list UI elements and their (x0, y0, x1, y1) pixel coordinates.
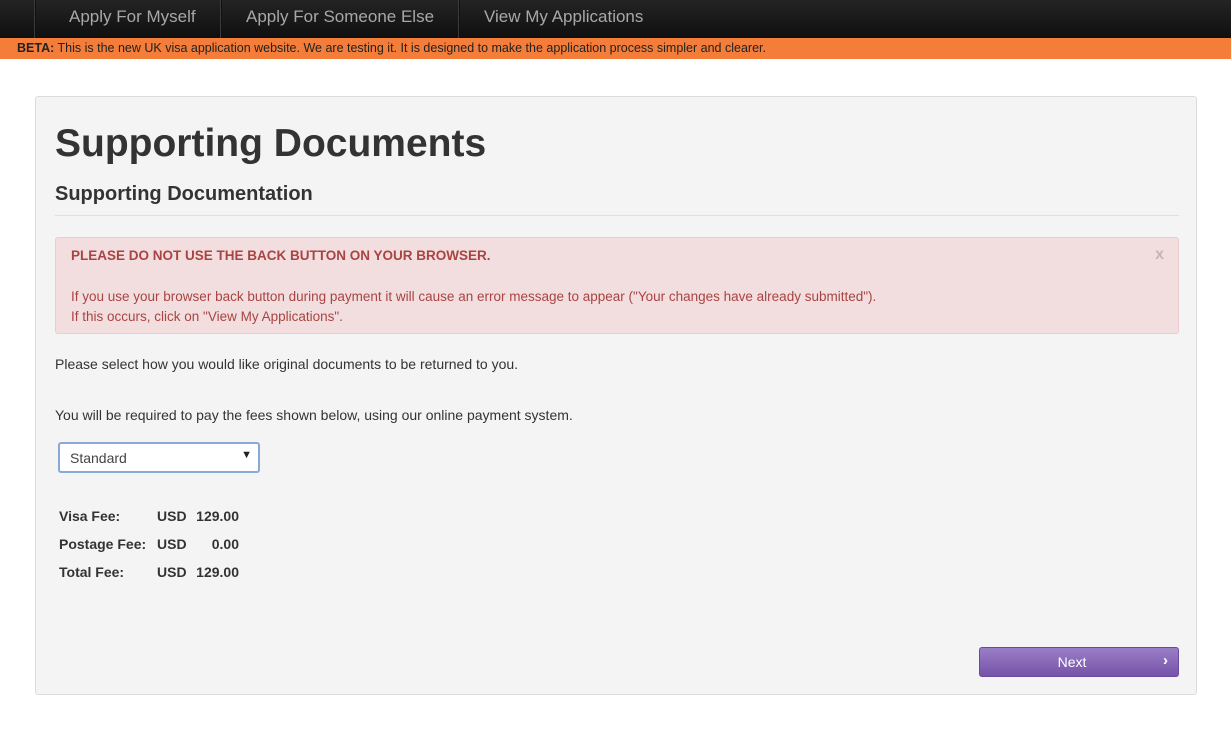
fee-label: Postage Fee: (59, 536, 147, 552)
fee-currency: USD (157, 536, 187, 552)
fee-row-visa: Visa Fee: USD 129.00 (59, 502, 239, 530)
return-method-selected-value: Standard (70, 450, 127, 466)
next-button[interactable]: Next › (979, 647, 1179, 677)
nav-view-my-applications[interactable]: View My Applications (484, 0, 643, 34)
beta-label: BETA: (17, 41, 55, 55)
alert-heading: PLEASE DO NOT USE THE BACK BUTTON ON YOU… (71, 248, 491, 263)
section-title: Supporting Documentation (55, 183, 313, 205)
fee-amount: 129.00 (196, 564, 239, 580)
beta-banner: BETA: This is the new UK visa applicatio… (0, 38, 1231, 59)
beta-text: This is the new UK visa application webs… (54, 41, 766, 55)
nav-apply-for-myself[interactable]: Apply For Myself (69, 0, 196, 34)
fee-currency: USD (157, 508, 187, 524)
return-method-select[interactable]: Standard ▼ (58, 442, 260, 473)
next-button-label: Next (1057, 654, 1087, 670)
fee-amount: 0.00 (211, 536, 239, 552)
fee-summary-table: Visa Fee: USD 129.00 Postage Fee: USD 0.… (59, 502, 239, 586)
top-navbar: Apply For Myself Apply For Someone Else … (0, 0, 1231, 38)
close-icon[interactable]: x (1155, 246, 1164, 264)
section-divider (55, 215, 1179, 216)
caret-down-icon: ▼ (241, 449, 252, 461)
fee-currency: USD (157, 564, 187, 580)
nav-apply-for-someone-else[interactable]: Apply For Someone Else (246, 0, 434, 34)
fee-label: Visa Fee: (59, 508, 121, 524)
page-title: Supporting Documents (55, 122, 487, 165)
alert-message-line: If you use your browser back button duri… (71, 289, 877, 304)
alert-message-line: If this occurs, click on "View My Applic… (71, 309, 343, 324)
chevron-right-icon: › (1163, 652, 1168, 669)
back-button-warning-alert: PLEASE DO NOT USE THE BACK BUTTON ON YOU… (55, 237, 1179, 334)
return-method-prompt: Please select how you would like origina… (55, 356, 519, 372)
fee-amount: 129.00 (196, 508, 239, 524)
fee-row-total: Total Fee: USD 129.00 (59, 558, 239, 586)
fee-label: Total Fee: (59, 564, 125, 580)
main-panel: Supporting Documents Supporting Document… (35, 96, 1197, 695)
nav-divider (220, 0, 222, 38)
fee-notice: You will be required to pay the fees sho… (55, 407, 573, 423)
fee-row-postage: Postage Fee: USD 0.00 (59, 530, 239, 558)
nav-divider (34, 0, 36, 38)
nav-divider (458, 0, 460, 38)
